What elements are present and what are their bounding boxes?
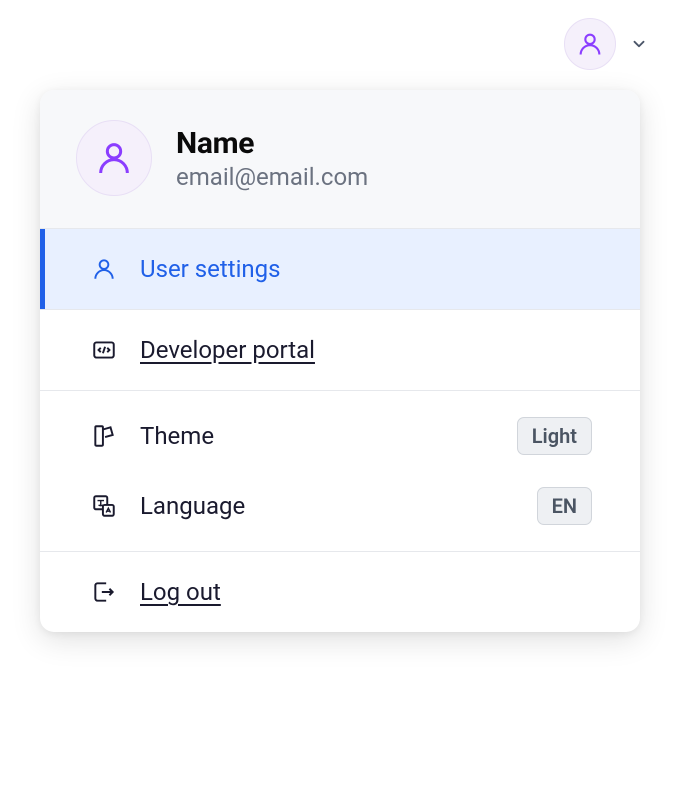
menu-item-logout[interactable]: Log out bbox=[40, 552, 640, 632]
menu-item-language[interactable]: Language EN bbox=[40, 471, 640, 551]
preferences-section: Theme Light Language EN bbox=[40, 391, 640, 552]
menu-item-developer-portal[interactable]: Developer portal bbox=[40, 310, 640, 391]
user-icon bbox=[576, 30, 604, 58]
menu-item-user-settings[interactable]: User settings bbox=[40, 229, 640, 310]
profile-name: Name bbox=[176, 126, 368, 161]
menu-item-label: Language bbox=[140, 492, 515, 520]
menu-item-theme[interactable]: Theme Light bbox=[40, 391, 640, 471]
avatar bbox=[564, 18, 616, 70]
menu-item-label: Developer portal bbox=[140, 336, 592, 364]
menu-item-label: Theme bbox=[140, 422, 495, 450]
logout-icon bbox=[90, 578, 118, 606]
theme-badge: Light bbox=[517, 417, 592, 455]
user-icon bbox=[94, 138, 134, 178]
user-menu-trigger[interactable] bbox=[564, 18, 648, 70]
user-dropdown-panel: Name email@email.com User settings Devel… bbox=[40, 90, 640, 632]
code-icon bbox=[90, 336, 118, 364]
theme-icon bbox=[90, 422, 118, 450]
profile-header: Name email@email.com bbox=[40, 90, 640, 229]
chevron-down-icon bbox=[630, 35, 648, 53]
profile-text: Name email@email.com bbox=[176, 126, 368, 191]
profile-email: email@email.com bbox=[176, 163, 368, 191]
menu-item-label: Log out bbox=[140, 578, 592, 606]
user-icon bbox=[90, 255, 118, 283]
language-icon bbox=[90, 492, 118, 520]
menu-item-label: User settings bbox=[140, 255, 592, 283]
language-badge: EN bbox=[537, 487, 592, 525]
avatar bbox=[76, 120, 152, 196]
